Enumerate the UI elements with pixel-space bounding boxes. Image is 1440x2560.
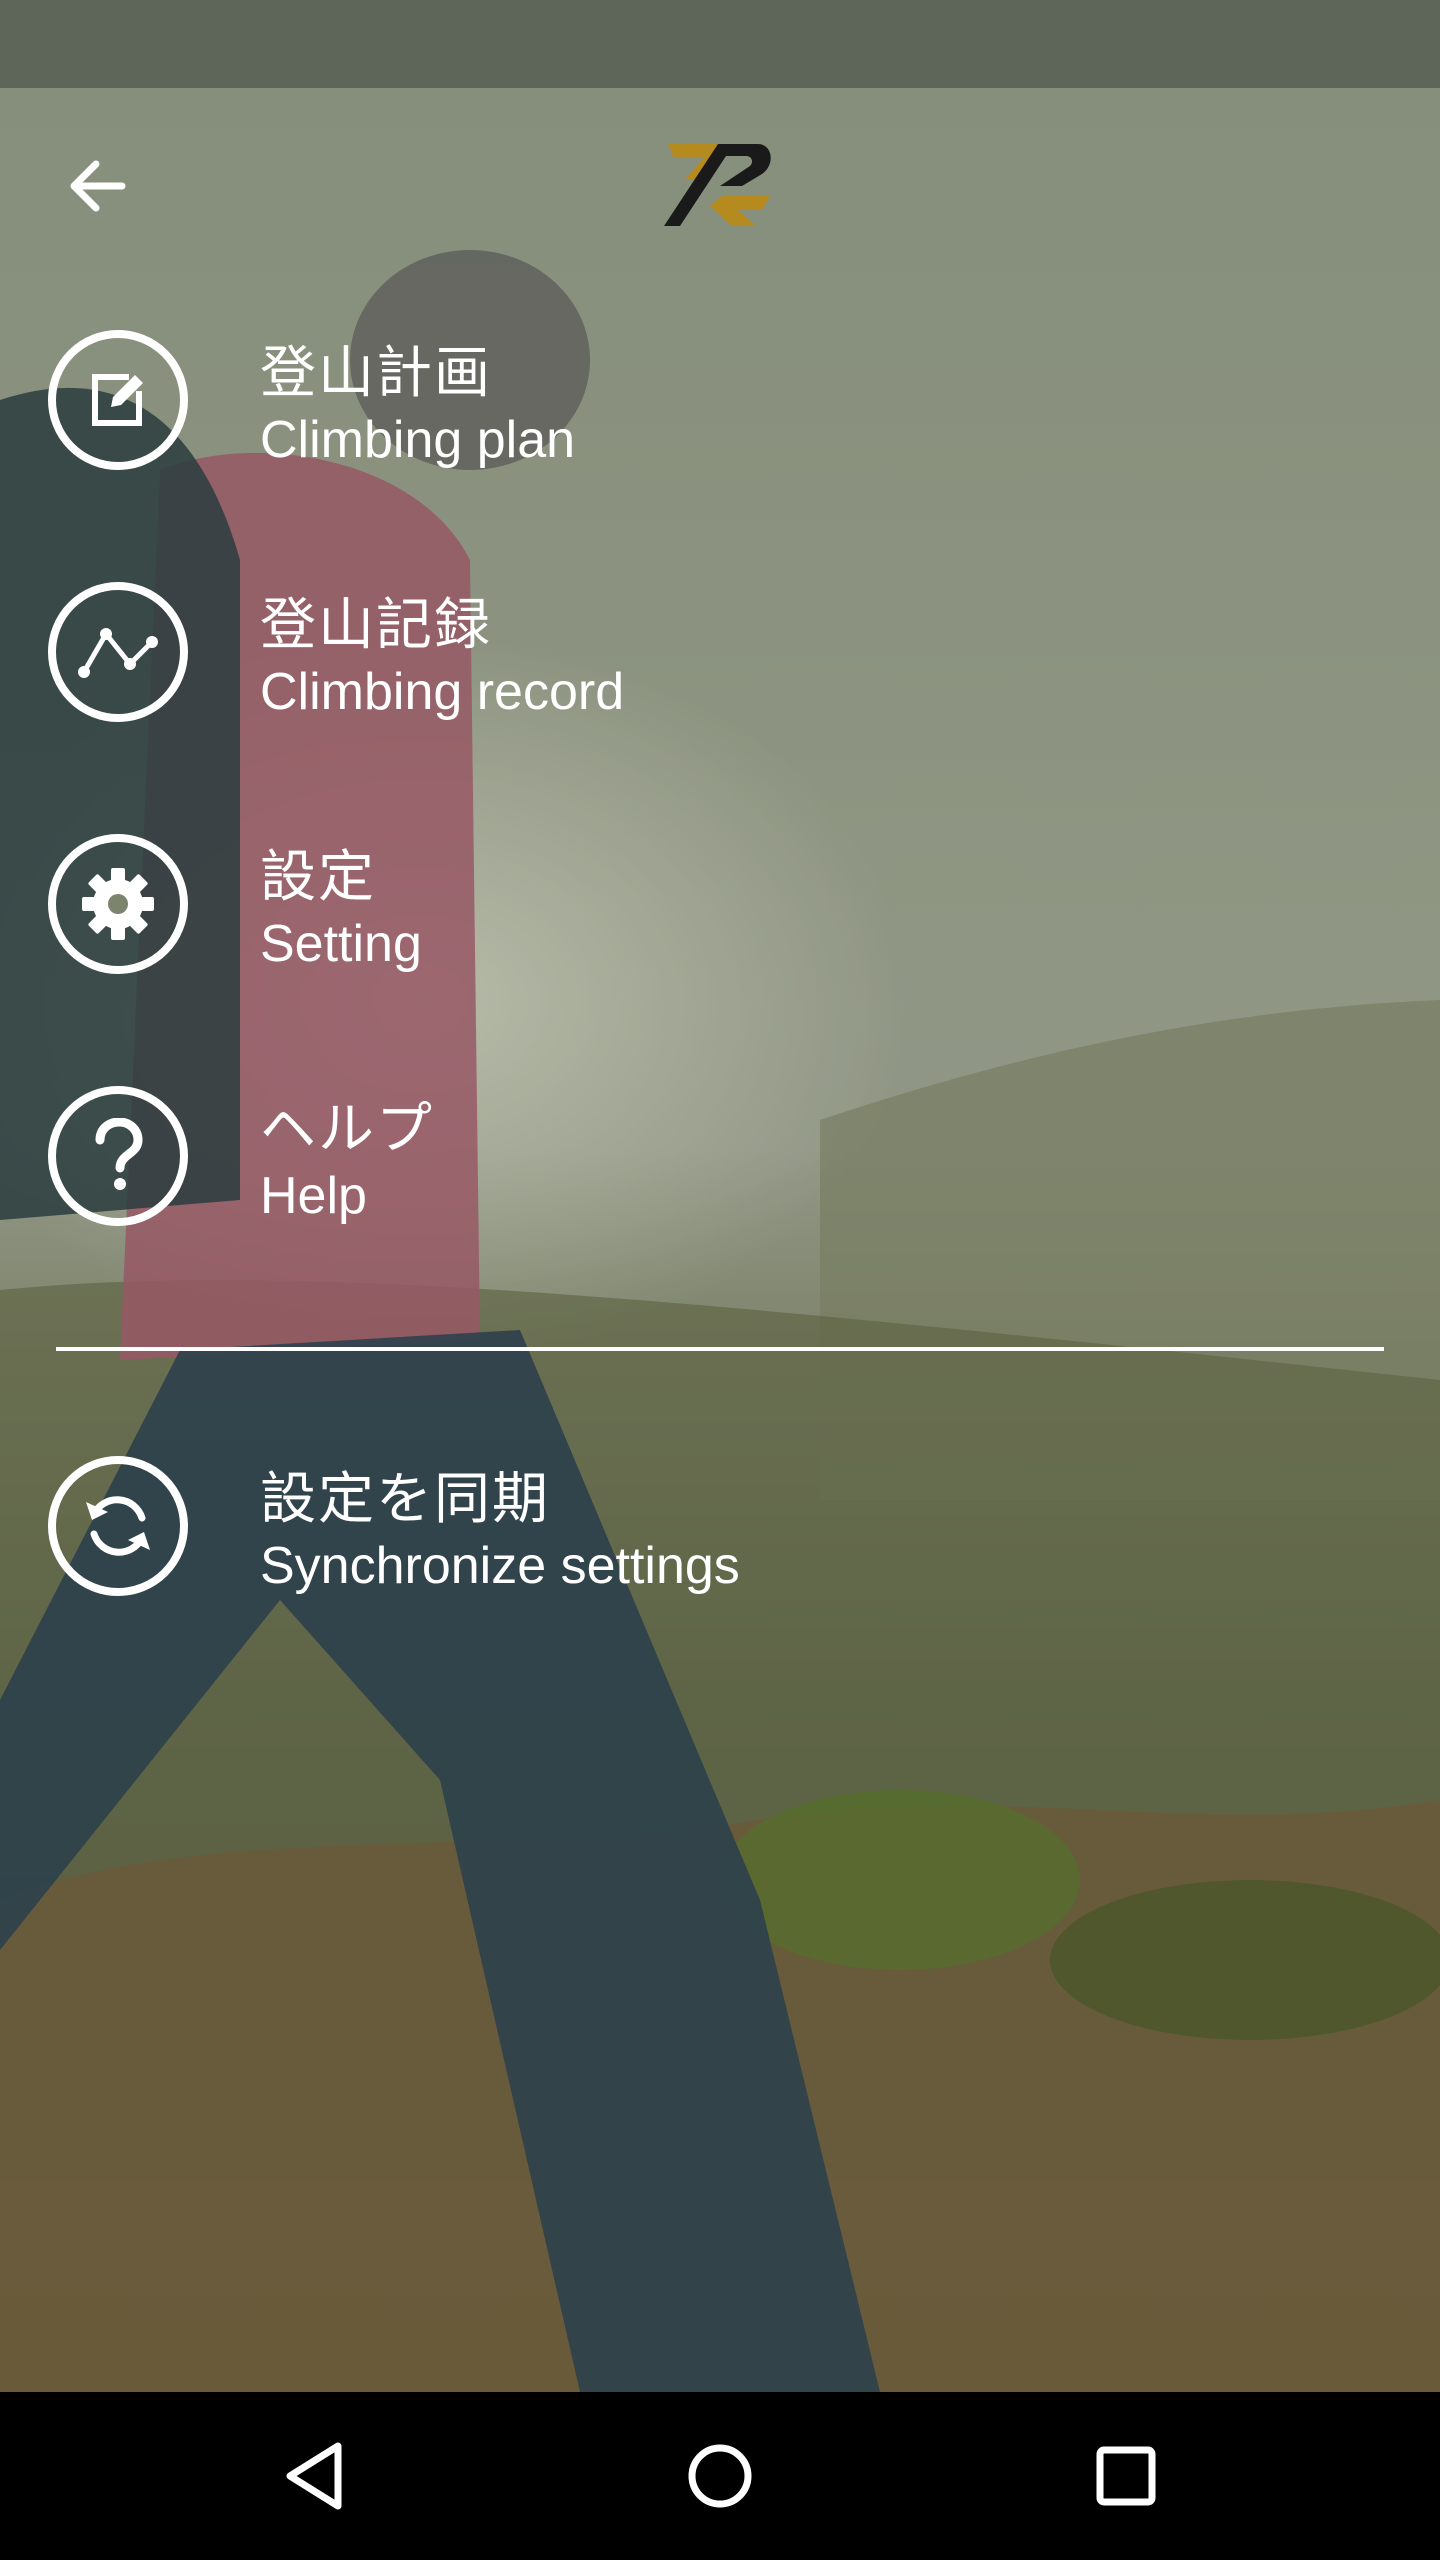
arrow-left-icon[interactable] — [62, 150, 134, 222]
nav-recents-icon[interactable] — [1086, 2436, 1166, 2516]
menu-label-en: Climbing plan — [260, 411, 576, 469]
menu-item-climbing-record[interactable]: 登山記録 Climbing record — [0, 552, 1440, 752]
menu-item-climbing-plan[interactable]: 登山計画 Climbing plan — [0, 300, 1440, 500]
sync-icon — [48, 1456, 188, 1596]
edit-icon — [48, 330, 188, 470]
menu-label-en: Climbing record — [260, 663, 625, 721]
menu-item-setting[interactable]: 設定 Setting — [0, 804, 1440, 1004]
nav-home-icon[interactable] — [680, 2436, 760, 2516]
menu-label-jp: 設定 — [260, 845, 376, 910]
menu-divider — [56, 1347, 1384, 1351]
menu-label-en: Synchronize settings — [260, 1537, 740, 1595]
route-icon — [48, 582, 188, 722]
status-bar — [0, 0, 1440, 88]
menu-label-jp: 登山記録 — [260, 593, 492, 658]
menu-label-en: Help — [260, 1167, 367, 1225]
menu-item-help[interactable]: ヘルプ Help — [0, 1056, 1440, 1256]
menu-label-jp: 登山計画 — [260, 341, 492, 406]
app-logo — [660, 140, 780, 232]
gear-icon — [48, 834, 188, 974]
menu-item-sync-settings[interactable]: 設定を同期 Synchronize settings — [0, 1426, 1440, 1626]
nav-back-icon[interactable] — [276, 2436, 356, 2516]
navigation-bar — [0, 2392, 1440, 2560]
help-icon — [48, 1086, 188, 1226]
menu-label-jp: ヘルプ — [260, 1097, 434, 1162]
menu-label-jp: 設定を同期 — [260, 1467, 550, 1532]
menu-label-en: Setting — [260, 915, 422, 973]
